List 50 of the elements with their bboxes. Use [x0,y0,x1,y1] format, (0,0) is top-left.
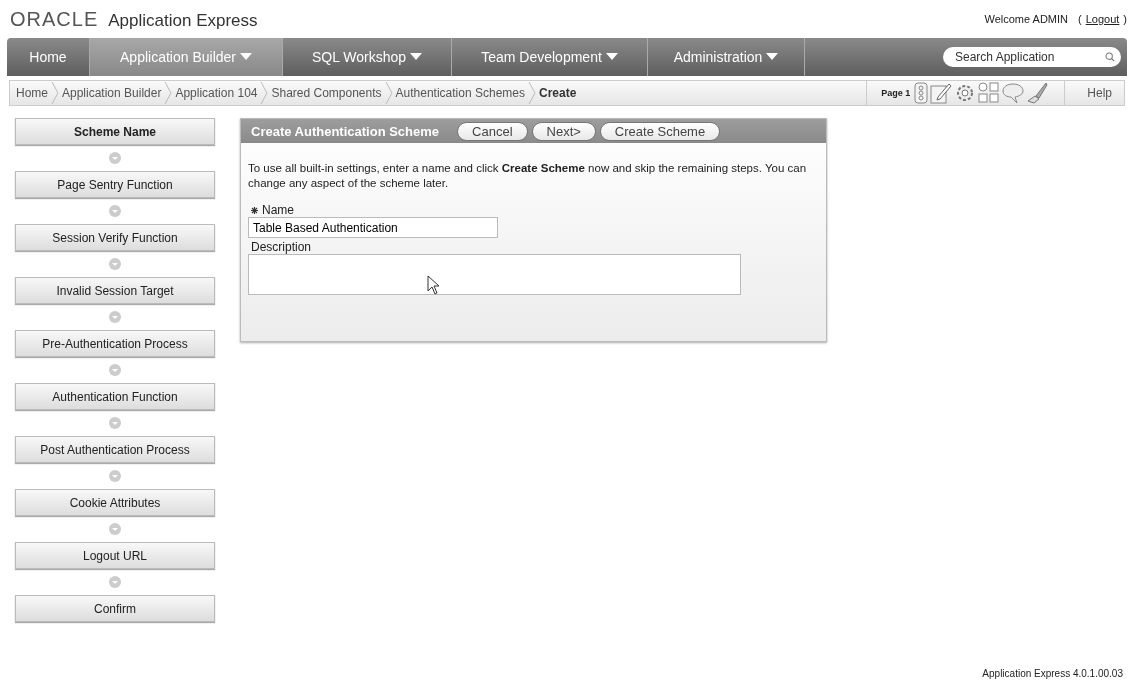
traffic-light-icon[interactable] [914,82,929,104]
breadcrumb-link[interactable]: Application 104 [175,86,258,100]
chevron-icon [260,82,269,104]
page-number: Page 1 [881,88,911,98]
wizard-step[interactable]: Session Verify Function [15,224,215,251]
chevron-icon [164,82,173,104]
description-textarea[interactable] [248,254,741,295]
help-link[interactable]: Help [1067,86,1124,100]
instructions-text: To use all built-in settings, enter a name and click Create Scheme now and skip the remaining steps. You can change any aspect of the scheme later. [248,161,808,191]
speech-bubble-icon[interactable] [1002,82,1025,104]
product-name: Application Express [108,10,258,31]
search-field[interactable]: Search Application [943,47,1121,67]
mouse-pointer-icon [427,275,441,295]
wizard-step[interactable]: Logout URL [15,542,215,569]
wizard-step[interactable]: Invalid Session Target [15,277,215,304]
wizard-step[interactable]: Scheme Name [15,118,215,145]
shapes-icon[interactable] [978,82,1001,104]
parenthesis: ( [1078,13,1082,25]
chevron-icon [528,82,536,104]
breadcrumb-link[interactable]: Create [539,86,577,100]
wizard-step[interactable]: Post Authentication Process [15,436,215,463]
wizard-step[interactable]: Cookie Attributes [15,489,215,516]
version-text: Application Express 4.0.1.00.03 [982,668,1123,679]
wizard-step[interactable]: Page Sentry Function [15,171,215,198]
wizard-step[interactable]: Pre-Authentication Process [15,330,215,357]
breadcrumb-link[interactable]: Application Builder [62,86,162,100]
wizard-step[interactable]: Confirm [15,595,215,622]
wizard-step[interactable]: Authentication Function [15,383,215,410]
parenthesis: ) [1123,13,1127,25]
search-icon [1105,51,1115,63]
nav-tab[interactable]: SQL Workshop [283,38,452,76]
chevron-icon [51,82,59,104]
field-label: Description [251,240,312,254]
logout-link[interactable]: Logout [1085,13,1120,25]
brush-icon[interactable] [1026,82,1049,104]
action-button[interactable]: Create Scheme [599,121,721,141]
breadcrumb-link[interactable]: Authentication Schemes [395,86,525,100]
region-title: Create Authentication Scheme [251,123,440,139]
chevron-icon [384,82,393,104]
nav-tab[interactable]: Administration [648,38,805,76]
field-label: Name [262,203,294,217]
action-button[interactable]: Next> [531,121,596,141]
breadcrumb-link[interactable]: Home [16,86,48,100]
name-input[interactable]: Table Based Authentication [248,217,498,238]
edit-icon[interactable] [930,82,953,104]
oracle-logo: ORACLE [10,7,99,31]
nav-tab[interactable]: Team Development [452,38,648,76]
action-button[interactable]: Cancel [457,121,528,141]
welcome-text: Welcome ADMIN [984,13,1068,25]
breadcrumb-link[interactable]: Shared Components [271,86,382,100]
